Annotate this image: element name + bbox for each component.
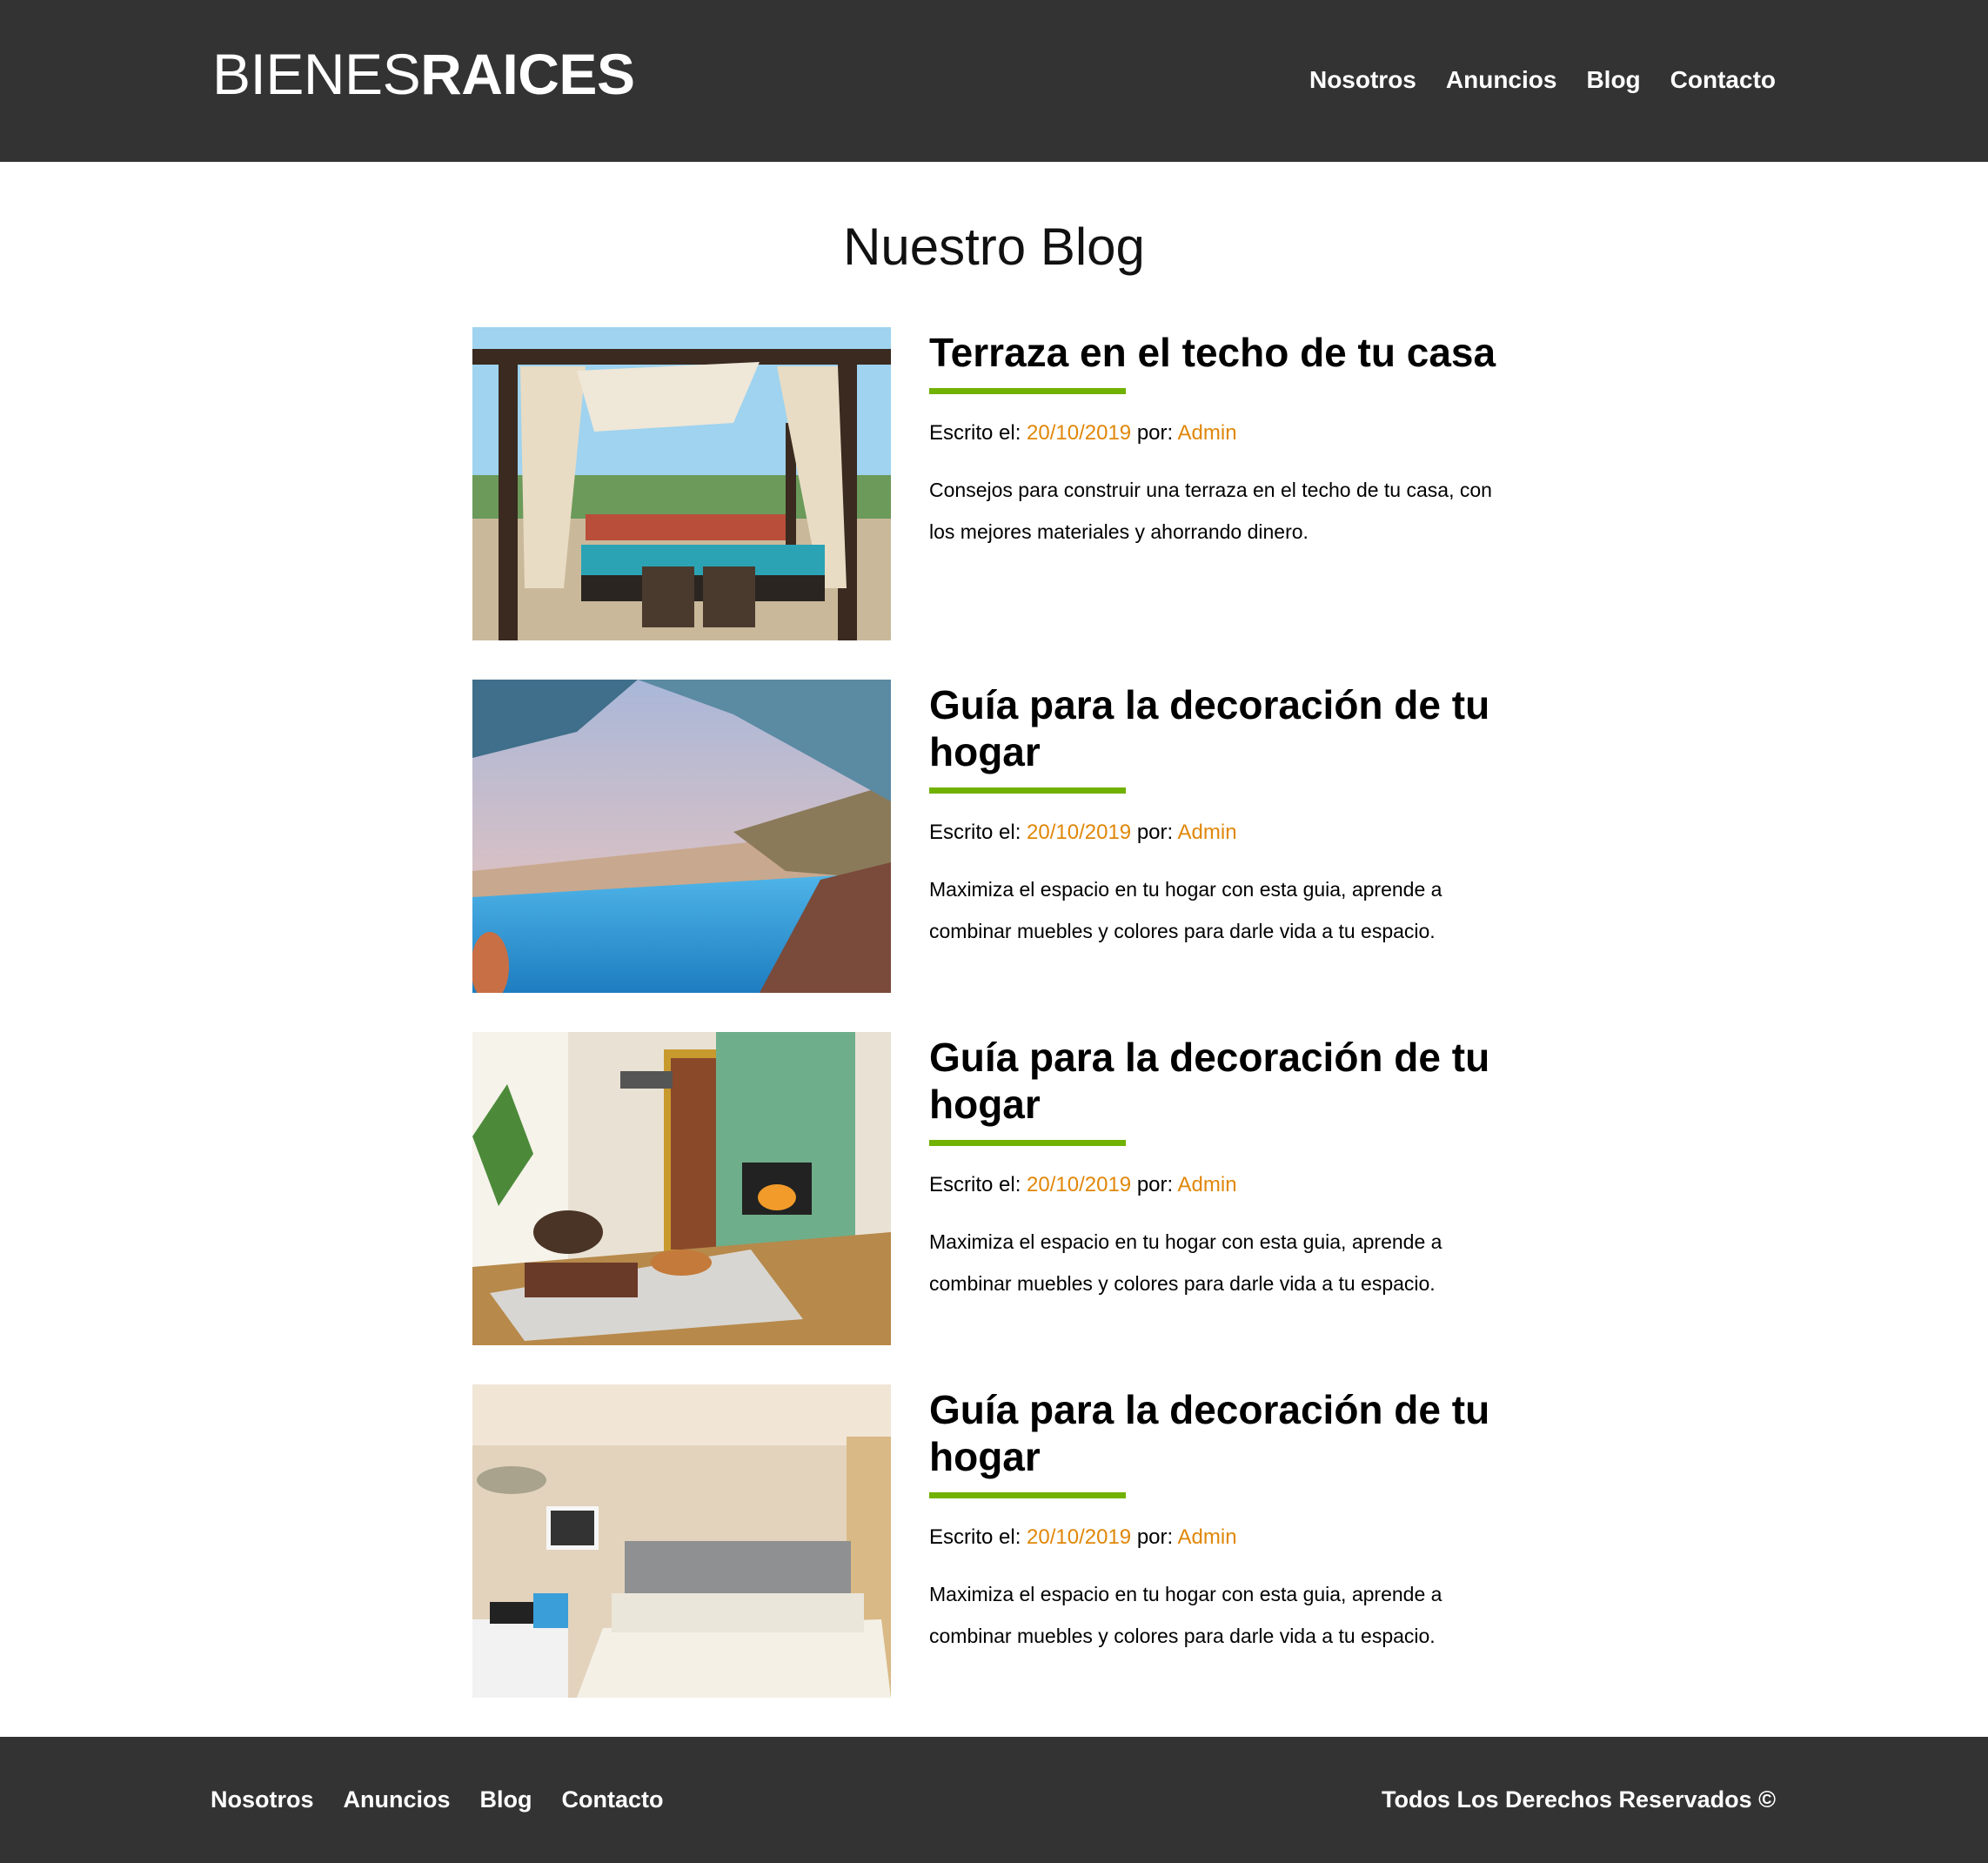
entry-date: 20/10/2019 [1027,1525,1132,1549]
site-logo[interactable]: BIENESRAICES [212,37,635,111]
blog-entry: Guía para la decoración de tu hogar Escr… [472,680,1516,1032]
entry-date: 20/10/2019 [1027,1173,1132,1196]
nav-link-blog[interactable]: Blog [1586,63,1640,97]
entry-title: Guía para la decoración de tu hogar [929,1386,1503,1480]
entry-title: Guía para la decoración de tu hogar [929,1034,1503,1128]
title-underline [929,388,1126,394]
entry-excerpt: Maximiza el espacio en tu hogar con esta… [929,1230,1442,1295]
site-header: BIENESRAICES Nosotros Anuncios Blog Cont… [0,0,1988,162]
entry-excerpt: Consejos para construir una terraza en e… [929,479,1492,543]
blog-entry: Terraza en el techo de tu casa Escrito e… [472,327,1516,680]
entry-title-link[interactable]: Guía para la decoración de tu hogar [929,1035,1489,1127]
footer-nav: Nosotros Anuncios Blog Contacto [211,1782,664,1817]
meta-prefix: Escrito el: [929,821,1027,844]
entry-text: Guía para la decoración de tu hogar Escr… [929,1032,1503,1304]
entry-author: Admin [1177,1173,1237,1196]
nav-link-anuncios[interactable]: Anuncios [1446,63,1557,97]
entry-title: Guía para la decoración de tu hogar [929,681,1503,775]
entry-text: Guía para la decoración de tu hogar Escr… [929,680,1503,952]
bedroom-photo[interactable] [472,1384,891,1698]
meta-prefix: Escrito el: [929,1173,1027,1196]
entry-meta: Escrito el: 20/10/2019 por: Admin [929,818,1503,848]
logo-bold-text: RAICES [420,42,635,106]
footer-link-blog[interactable]: Blog [480,1782,532,1817]
blog-entry: Guía para la decoración de tu hogar Escr… [472,1384,1516,1737]
entry-excerpt: Maximiza el espacio en tu hogar con esta… [929,878,1442,942]
entry-author: Admin [1177,421,1237,445]
living-room-photo[interactable] [472,1032,891,1345]
rooftop-terrace-photo[interactable] [472,327,891,640]
site-footer: Nosotros Anuncios Blog Contacto Todos Lo… [0,1737,1988,1863]
entry-title: Terraza en el techo de tu casa [929,329,1503,376]
entry-meta: Escrito el: 20/10/2019 por: Admin [929,419,1503,448]
entry-meta: Escrito el: 20/10/2019 por: Admin [929,1170,1503,1200]
title-underline [929,1140,1126,1146]
blog-entries: Terraza en el techo de tu casa Escrito e… [472,327,1516,1737]
footer-link-contacto[interactable]: Contacto [562,1782,664,1817]
logo-light-text: BIENES [212,42,421,106]
entry-author: Admin [1177,1525,1237,1549]
infinity-pool-photo[interactable] [472,680,891,993]
main-nav: Nosotros Anuncios Blog Contacto [1309,63,1776,97]
entry-title-link[interactable]: Terraza en el techo de tu casa [929,330,1496,375]
meta-by: por: [1131,821,1178,844]
entry-title-link[interactable]: Guía para la decoración de tu hogar [929,1387,1489,1479]
entry-author: Admin [1177,821,1237,844]
footer-link-nosotros[interactable]: Nosotros [211,1782,314,1817]
entry-text: Guía para la decoración de tu hogar Escr… [929,1384,1503,1657]
title-underline [929,787,1126,794]
entry-date: 20/10/2019 [1027,421,1132,445]
entry-title-link[interactable]: Guía para la decoración de tu hogar [929,682,1489,774]
meta-prefix: Escrito el: [929,421,1027,445]
meta-by: por: [1131,1173,1178,1196]
title-underline [929,1492,1126,1498]
copyright-text: Todos Los Derechos Reservados © [1381,1786,1776,1813]
entry-meta: Escrito el: 20/10/2019 por: Admin [929,1523,1503,1552]
meta-prefix: Escrito el: [929,1525,1027,1549]
nav-link-nosotros[interactable]: Nosotros [1309,63,1416,97]
nav-link-contacto[interactable]: Contacto [1670,63,1776,97]
meta-by: por: [1131,1525,1178,1549]
footer-link-anuncios[interactable]: Anuncios [344,1782,451,1817]
blog-entry: Guía para la decoración de tu hogar Escr… [472,1032,1516,1384]
page-title: Nuestro Blog [843,218,1145,276]
entry-date: 20/10/2019 [1027,821,1132,844]
entry-excerpt: Maximiza el espacio en tu hogar con esta… [929,1583,1442,1647]
entry-text: Terraza en el techo de tu casa Escrito e… [929,327,1503,553]
meta-by: por: [1131,421,1178,445]
